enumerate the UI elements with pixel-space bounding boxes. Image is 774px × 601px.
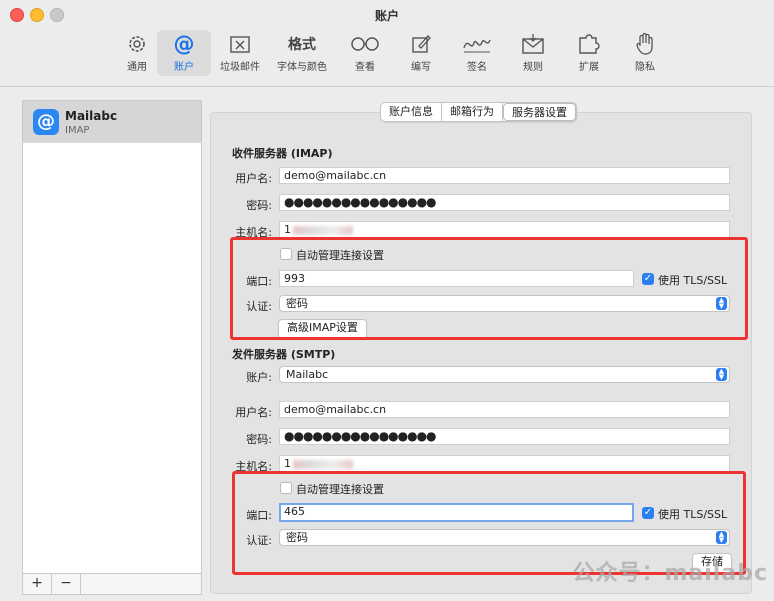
junk-icon <box>213 30 267 58</box>
toolbar-composing[interactable]: 编写 <box>394 30 448 76</box>
incoming-password-field[interactable]: ●●●●●●●●●●●●●●●● <box>279 194 730 211</box>
at-icon: @ <box>33 109 59 135</box>
signature-icon <box>450 30 504 58</box>
outgoing-account-select[interactable]: Mailabc ▲ ▼ <box>279 366 730 383</box>
toolbar-fonts-colors[interactable]: 格式 字体与颜色 <box>275 30 329 76</box>
highlight-box-incoming <box>230 237 748 340</box>
incoming-password-label: 密码: <box>246 199 272 212</box>
outgoing-host-field[interactable]: 1 <box>279 455 730 472</box>
outgoing-password-label: 密码: <box>246 433 272 446</box>
redacted-host <box>293 225 353 235</box>
outgoing-password-field[interactable]: ●●●●●●●●●●●●●●●● <box>279 428 730 445</box>
toolbar-rules[interactable]: 规则 <box>506 30 560 76</box>
outgoing-username-label: 用户名: <box>235 406 272 419</box>
toolbar-general[interactable]: 通用 <box>110 30 164 76</box>
outgoing-username-field[interactable]: demo@mailabc.cn <box>279 401 730 418</box>
tab-account-info[interactable]: 账户信息 <box>381 103 442 121</box>
toolbar-junk[interactable]: 垃圾邮件 <box>213 30 267 76</box>
outgoing-server-title: 发件服务器 (SMTP) <box>232 348 336 361</box>
fonts-icon: 格式 <box>288 37 316 53</box>
watermark: 公众号：mailabc <box>572 561 768 586</box>
hand-icon <box>618 30 672 58</box>
toolbar-extensions[interactable]: 扩展 <box>562 30 616 76</box>
toolbar-viewing[interactable]: 查看 <box>338 30 392 76</box>
at-icon: @ <box>173 32 195 56</box>
gear-icon <box>110 30 164 58</box>
tab-mailbox-behaviors[interactable]: 邮箱行为 <box>442 103 503 121</box>
toolbar-privacy[interactable]: 隐私 <box>618 30 672 76</box>
toolbar-signatures[interactable]: 签名 <box>450 30 504 76</box>
accounts-sidebar: @ Mailabc IMAP + − <box>22 100 202 595</box>
account-list-item[interactable]: @ Mailabc IMAP <box>23 101 201 143</box>
sidebar-footer: + − <box>23 573 201 594</box>
redacted-host <box>293 459 353 469</box>
add-account-button[interactable]: + <box>23 574 52 594</box>
incoming-server-title: 收件服务器 (IMAP) <box>232 147 333 160</box>
window-title: 账户 <box>374 9 399 23</box>
title-bar: 账户 通用 @ 账户 垃圾邮件 格式 字体与颜色 查看 编写 签名 规则 扩展 … <box>0 0 774 87</box>
rules-icon <box>506 30 560 58</box>
account-type: IMAP <box>65 125 90 136</box>
tab-server-settings[interactable]: 服务器设置 <box>503 103 576 121</box>
incoming-username-field[interactable]: demo@mailabc.cn <box>279 167 730 184</box>
settings-tabs: 账户信息 邮箱行为 服务器设置 <box>380 102 577 122</box>
remove-account-button[interactable]: − <box>52 574 81 594</box>
outgoing-account-label: 账户: <box>246 371 272 384</box>
incoming-host-field[interactable]: 1 <box>279 221 730 238</box>
incoming-username-label: 用户名: <box>235 172 272 185</box>
toolbar-accounts[interactable]: @ 账户 <box>157 30 211 76</box>
compose-icon <box>394 30 448 58</box>
account-name: Mailabc <box>65 109 118 123</box>
chevron-updown-icon: ▲ ▼ <box>716 368 727 381</box>
glasses-icon <box>338 30 392 58</box>
puzzle-icon <box>562 30 616 58</box>
